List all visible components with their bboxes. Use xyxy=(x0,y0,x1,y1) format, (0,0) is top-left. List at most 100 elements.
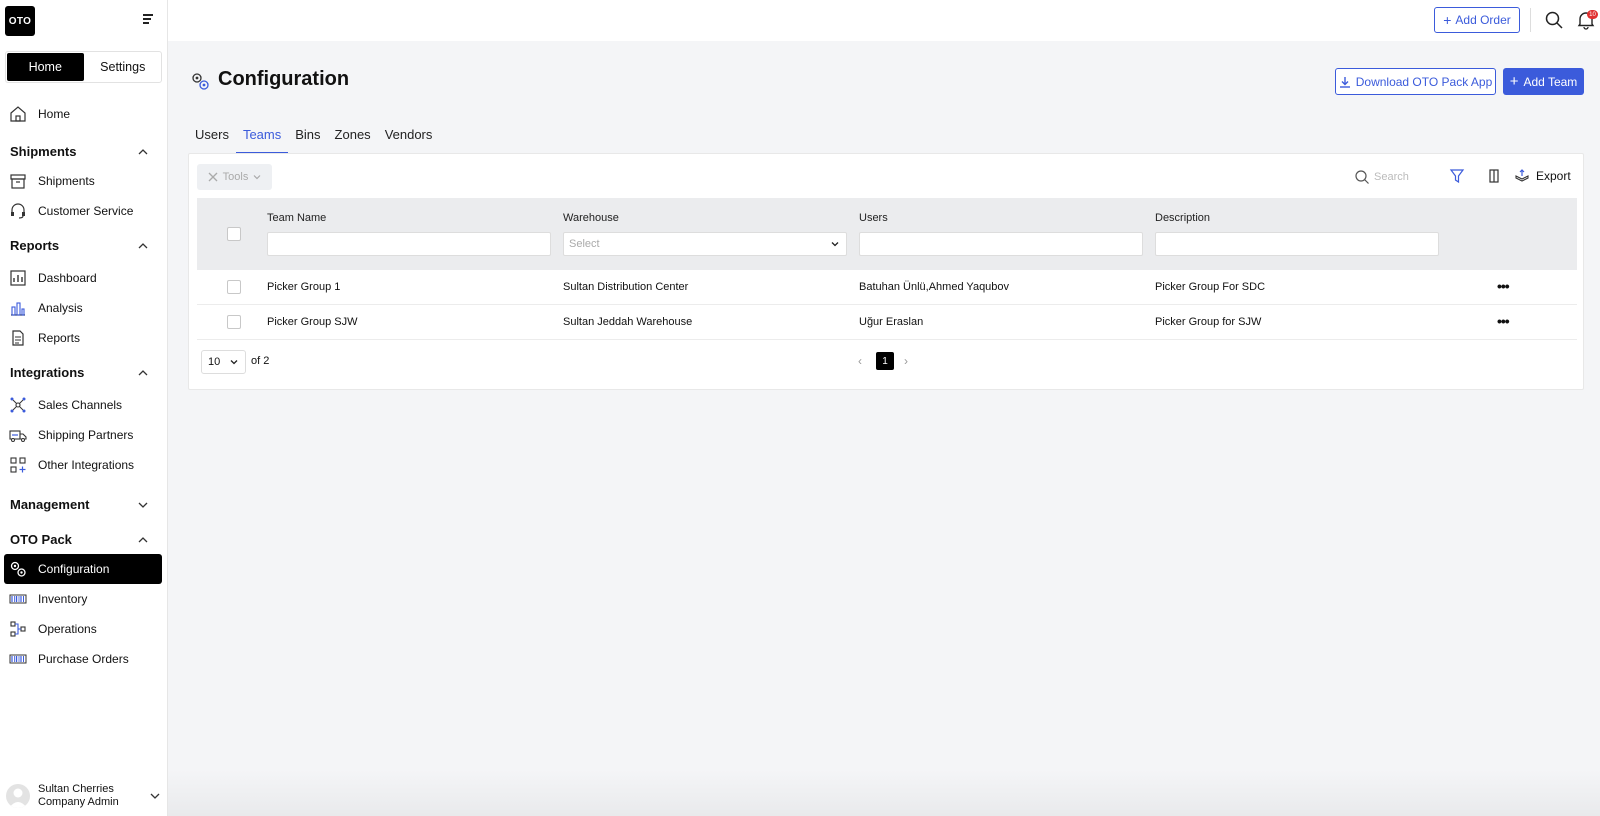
sidebar-item-customer-service[interactable]: Customer Service xyxy=(4,196,162,226)
page-button-current[interactable]: 1 xyxy=(876,352,894,370)
download-label: Download OTO Pack App xyxy=(1355,74,1493,89)
barcode-icon xyxy=(9,590,27,608)
sidebar-item-label: Operations xyxy=(38,622,97,636)
chevron-down-icon xyxy=(831,242,839,247)
mode-settings-button[interactable]: Settings xyxy=(85,52,162,82)
tab-bins[interactable]: Bins xyxy=(288,124,327,154)
chevron-up-icon xyxy=(138,536,148,542)
sidebar-item-label: Purchase Orders xyxy=(38,652,129,666)
user-role: Company Admin xyxy=(38,796,119,808)
box-icon xyxy=(9,172,27,190)
table-header: Team Name Warehouse Users Description Se… xyxy=(197,198,1577,270)
row-actions-icon[interactable]: ••• xyxy=(1497,278,1510,294)
chevron-left-icon[interactable]: ‹ xyxy=(854,354,866,368)
column-header-team-name[interactable]: Team Name xyxy=(267,212,326,224)
search-icon[interactable] xyxy=(1544,10,1564,30)
truck-icon xyxy=(9,426,27,444)
page-size-select[interactable]: 10 xyxy=(201,350,246,374)
barcode-icon xyxy=(9,650,27,668)
user-name: Sultan Cherries xyxy=(38,783,114,795)
export-icon xyxy=(1515,169,1529,182)
download-oto-pack-app-button[interactable]: Download OTO Pack App xyxy=(1335,68,1496,95)
add-order-button[interactable]: + Add Order xyxy=(1434,7,1520,33)
page-title: Configuration xyxy=(218,68,350,90)
add-team-label: Add Team xyxy=(1523,74,1578,89)
section-integrations[interactable]: Integrations xyxy=(10,365,150,380)
total-pages-text: of 2 xyxy=(251,355,270,367)
headset-icon xyxy=(9,202,27,220)
sidebar-item-operations[interactable]: Operations xyxy=(4,614,162,644)
row-actions-icon[interactable]: ••• xyxy=(1497,313,1510,329)
sidebar-item-label: Shipments xyxy=(38,174,95,188)
sidebar-item-analysis[interactable]: Analysis xyxy=(4,293,162,323)
sidebar-item-other-integrations[interactable]: Other Integrations xyxy=(4,450,162,480)
collapse-menu-icon[interactable] xyxy=(140,14,154,26)
filter-icon[interactable] xyxy=(1449,168,1465,184)
tab-vendors[interactable]: Vendors xyxy=(378,124,440,154)
mode-home-button[interactable]: Home xyxy=(7,53,84,81)
row-checkbox[interactable] xyxy=(227,315,241,329)
users-filter-input[interactable] xyxy=(859,232,1143,256)
sidebar-item-label: Reports xyxy=(38,331,81,345)
users-cell: Uğur Eraslan xyxy=(859,316,924,328)
section-title: OTO Pack xyxy=(10,532,72,547)
network-icon xyxy=(9,396,27,414)
tab-zones[interactable]: Zones xyxy=(328,124,378,154)
chevron-right-icon[interactable]: › xyxy=(900,354,912,368)
chevron-down-icon xyxy=(230,360,238,365)
chevron-down-icon xyxy=(150,793,160,799)
team-name-filter-input[interactable] xyxy=(267,232,551,256)
column-header-warehouse[interactable]: Warehouse xyxy=(563,212,619,224)
chevron-up-icon xyxy=(138,148,148,154)
warehouse-cell: Sultan Distribution Center xyxy=(563,281,689,293)
description-cell: Picker Group for SJW xyxy=(1155,316,1262,328)
section-title: Management xyxy=(10,497,90,512)
flow-icon xyxy=(9,620,27,638)
tools-dropdown[interactable]: Tools xyxy=(197,164,272,190)
chevron-down-icon xyxy=(138,502,148,508)
tab-teams[interactable]: Teams xyxy=(235,124,289,154)
sidebar-item-label: Analysis xyxy=(38,301,83,315)
table-search-input[interactable]: Search xyxy=(1354,166,1434,188)
sidebar-item-label: Sales Channels xyxy=(38,398,123,412)
avatar xyxy=(6,784,30,808)
sidebar-item-shipments[interactable]: Shipments xyxy=(4,166,162,196)
column-header-users[interactable]: Users xyxy=(859,212,888,224)
section-shipments[interactable]: Shipments xyxy=(10,144,150,159)
document-icon xyxy=(9,329,27,347)
chevron-up-icon xyxy=(138,369,148,375)
select-all-checkbox[interactable] xyxy=(227,227,241,241)
gears-icon xyxy=(9,560,27,578)
sidebar-item-purchase-orders[interactable]: Purchase Orders xyxy=(4,644,162,674)
section-oto-pack[interactable]: OTO Pack xyxy=(10,532,150,547)
section-title: Shipments xyxy=(10,144,77,159)
sidebar-item-dashboard[interactable]: Dashboard xyxy=(4,263,162,293)
sidebar-item-home[interactable]: Home xyxy=(4,99,162,129)
tab-users[interactable]: Users xyxy=(188,124,236,154)
column-header-description[interactable]: Description xyxy=(1155,212,1210,224)
sidebar-item-inventory[interactable]: Inventory xyxy=(4,584,162,614)
sidebar-item-sales-channels[interactable]: Sales Channels xyxy=(4,390,162,420)
table-row[interactable]: Picker Group SJW Sultan Jeddah Warehouse… xyxy=(197,305,1577,340)
row-checkbox[interactable] xyxy=(227,280,241,294)
columns-icon[interactable] xyxy=(1486,168,1502,184)
sidebar-item-configuration[interactable]: Configuration xyxy=(4,554,162,584)
sidebar-item-shipping-partners[interactable]: Shipping Partners xyxy=(4,420,162,450)
add-team-button[interactable]: + Add Team xyxy=(1503,68,1584,95)
sidebar-item-label: Configuration xyxy=(38,562,110,576)
section-reports[interactable]: Reports xyxy=(10,238,150,253)
sidebar-item-reports[interactable]: Reports xyxy=(4,323,162,353)
sidebar-item-label: Home xyxy=(38,107,71,121)
bar-chart-icon xyxy=(9,299,27,317)
sidebar-item-label: Customer Service xyxy=(38,204,134,218)
export-button[interactable]: Export xyxy=(1514,166,1571,186)
description-filter-input[interactable] xyxy=(1155,232,1439,256)
warehouse-filter-select[interactable]: Select xyxy=(563,232,847,256)
plus-icon: + xyxy=(1443,12,1452,28)
oto-logo[interactable]: OTO xyxy=(5,6,35,36)
user-menu[interactable]: Sultan Cherries Company Admin xyxy=(6,780,162,812)
table-row[interactable]: Picker Group 1 Sultan Distribution Cente… xyxy=(197,270,1577,305)
tools-icon xyxy=(208,172,218,182)
divider xyxy=(1530,8,1531,32)
section-management[interactable]: Management xyxy=(10,497,150,512)
